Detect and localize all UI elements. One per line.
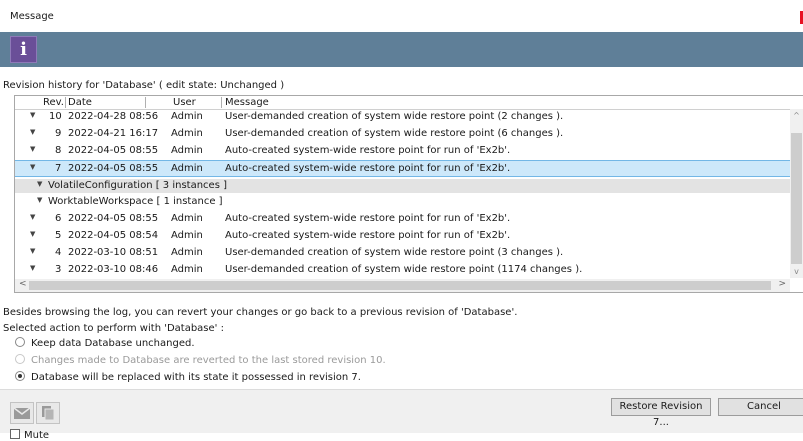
info-glyph: i: [20, 39, 27, 60]
expand-caret-icon[interactable]: ▼: [30, 213, 35, 221]
column-header-date[interactable]: Date: [68, 97, 92, 108]
column-divider: [145, 97, 146, 108]
expand-caret-icon[interactable]: ▼: [30, 111, 35, 119]
revision-row-selected[interactable]: ▼ 7 2022-04-05 08:55 Admin Auto-created …: [15, 160, 790, 177]
expand-caret-icon[interactable]: ▼: [30, 128, 35, 136]
action-label: Selected action to perform with 'Databas…: [3, 323, 224, 334]
radio-label: Keep data Database unchanged.: [31, 338, 195, 349]
revision-user: Admin: [171, 111, 203, 122]
radio-button-selected[interactable]: [15, 371, 25, 381]
revision-message: Auto-created system-wide restore point f…: [225, 163, 511, 174]
revision-row[interactable]: ▼ 10 2022-04-28 08:56 Admin User-demande…: [15, 110, 790, 125]
expand-caret-icon[interactable]: ▼: [30, 264, 35, 272]
title-bar: Message: [0, 0, 803, 32]
radio-label: Database will be replaced with its state…: [31, 372, 361, 383]
column-header-message[interactable]: Message: [225, 97, 269, 108]
copy-icon: [42, 406, 55, 421]
revision-number: 7: [55, 163, 62, 174]
cancel-button[interactable]: Cancel: [718, 398, 803, 416]
history-heading: Revision history for 'Database' ( edit s…: [3, 80, 285, 91]
revision-message: User-demanded creation of system wide re…: [225, 111, 564, 122]
scroll-left-icon[interactable]: <: [19, 279, 27, 289]
expand-caret-icon[interactable]: ▼: [30, 230, 35, 238]
horizontal-scroll-thumb[interactable]: [29, 281, 771, 290]
revision-number: 9: [55, 128, 62, 139]
scroll-right-icon[interactable]: >: [778, 279, 786, 289]
revision-number: 5: [55, 230, 62, 241]
revision-date: 2022-03-10 08:51: [68, 247, 159, 258]
revision-user: Admin: [171, 264, 203, 275]
revision-date: 2022-04-05 08:55: [68, 145, 159, 156]
column-divider: [65, 97, 66, 108]
group-label: WorktableWorkspace [ 1 instance ]: [48, 196, 223, 207]
vertical-scroll-thumb[interactable]: [791, 133, 802, 264]
revision-row[interactable]: ▼ 6 2022-04-05 08:55 Admin Auto-created …: [15, 212, 790, 227]
column-divider: [221, 97, 222, 108]
revision-number: 6: [55, 213, 62, 224]
header-band: [0, 32, 803, 67]
revision-message: Auto-created system-wide restore point f…: [225, 230, 511, 241]
revision-user: Admin: [171, 247, 203, 258]
revision-row[interactable]: ▼ 4 2022-03-10 08:51 Admin User-demanded…: [15, 246, 790, 261]
scroll-up-icon[interactable]: ^: [790, 111, 803, 120]
revision-number: 8: [55, 145, 62, 156]
radio-keep-unchanged[interactable]: Keep data Database unchanged.: [15, 337, 195, 349]
revision-user: Admin: [171, 128, 203, 139]
column-header-user[interactable]: User: [173, 97, 196, 108]
scroll-down-icon[interactable]: v: [790, 267, 803, 276]
mail-icon: [13, 407, 31, 419]
revision-date: 2022-03-10 08:46: [68, 264, 159, 275]
revision-user: Admin: [171, 213, 203, 224]
revision-number: 3: [55, 264, 62, 275]
footer: Restore Revision 7... Cancel Mute: [0, 389, 803, 441]
window-title: Message: [10, 11, 54, 22]
checkbox-box[interactable]: [10, 429, 20, 439]
revision-date: 2022-04-05 08:55: [68, 213, 159, 224]
expand-caret-icon[interactable]: ▼: [30, 145, 35, 153]
vertical-scrollbar[interactable]: ^ v: [790, 109, 803, 278]
revision-user: Admin: [171, 145, 203, 156]
revision-message: User-demanded creation of system wide re…: [225, 247, 564, 258]
revision-grid[interactable]: Rev. Date User Message ▼ 10 2022-04-28 0…: [14, 95, 803, 293]
revision-row[interactable]: ▼ 8 2022-04-05 08:55 Admin Auto-created …: [15, 144, 790, 159]
group-row[interactable]: ▼ VolatileConfiguration [ 3 instances ]: [15, 179, 790, 193]
mail-button[interactable]: [10, 402, 34, 424]
radio-button: [15, 354, 25, 364]
revision-message: Auto-created system-wide restore point f…: [225, 213, 511, 224]
revision-user: Admin: [171, 230, 203, 241]
revision-message: User-demanded creation of system wide re…: [225, 128, 564, 139]
revision-date: 2022-04-05 08:54: [68, 230, 159, 241]
horizontal-scrollbar[interactable]: < >: [15, 279, 790, 292]
radio-revert-last: Changes made to Database are reverted to…: [15, 354, 386, 366]
group-row[interactable]: ▼ WorktableWorkspace [ 1 instance ]: [15, 195, 790, 209]
revision-row[interactable]: ▼ 3 2022-03-10 08:46 Admin User-demanded…: [15, 263, 790, 278]
grid-header: Rev. Date User Message: [15, 96, 803, 110]
revision-row[interactable]: ▼ 5 2022-04-05 08:54 Admin Auto-created …: [15, 229, 790, 244]
radio-button[interactable]: [15, 337, 25, 347]
mute-checkbox[interactable]: Mute: [10, 429, 49, 441]
collapse-caret-icon[interactable]: ▼: [30, 163, 35, 171]
expand-caret-icon[interactable]: ▼: [37, 180, 42, 188]
column-header-rev[interactable]: Rev.: [43, 97, 64, 108]
info-icon: i: [10, 36, 37, 63]
expand-caret-icon[interactable]: ▼: [37, 196, 42, 204]
revision-number: 4: [55, 247, 62, 258]
restore-revision-button[interactable]: Restore Revision 7...: [611, 398, 711, 428]
radio-replace-revision[interactable]: Database will be replaced with its state…: [15, 371, 361, 383]
revision-date: 2022-04-28 08:56: [68, 111, 159, 122]
group-label: VolatileConfiguration [ 3 instances ]: [48, 180, 227, 191]
copy-button[interactable]: [36, 402, 60, 424]
revision-message: Auto-created system-wide restore point f…: [225, 145, 511, 156]
revision-row[interactable]: ▼ 9 2022-04-21 16:17 Admin User-demanded…: [15, 127, 790, 142]
revision-date: 2022-04-21 16:17: [68, 128, 159, 139]
expand-caret-icon[interactable]: ▼: [30, 247, 35, 255]
revision-number: 10: [49, 111, 62, 122]
radio-label: Changes made to Database are reverted to…: [31, 355, 386, 366]
revision-date: 2022-04-05 08:55: [68, 163, 159, 174]
revert-info-text: Besides browsing the log, you can revert…: [3, 307, 518, 318]
revision-user: Admin: [171, 163, 203, 174]
revision-message: User-demanded creation of system wide re…: [225, 264, 583, 275]
